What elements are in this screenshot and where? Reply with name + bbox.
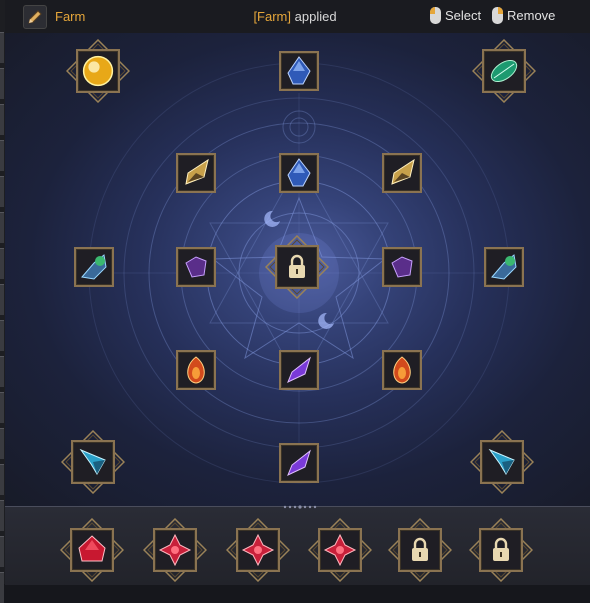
left-tab[interactable]: [0, 320, 4, 351]
gem-slot-fire-left[interactable]: [176, 350, 216, 390]
bottom-slot-red-star-1[interactable]: [153, 528, 197, 572]
gem-slot-violet-bottom[interactable]: [279, 443, 319, 483]
select-hint: Select: [430, 7, 481, 24]
left-tab[interactable]: [0, 176, 4, 207]
applied-tag: [Farm]: [253, 9, 291, 24]
remove-hint: Remove: [492, 7, 555, 24]
left-tab[interactable]: [0, 212, 4, 243]
left-mouse-icon: [430, 7, 441, 24]
left-tab[interactable]: [0, 356, 4, 387]
left-tab[interactable]: [0, 500, 4, 531]
left-tab[interactable]: [0, 428, 4, 459]
gem-slot-teal-right[interactable]: [484, 247, 524, 287]
left-tab[interactable]: [0, 140, 4, 171]
bottom-slot-ruby[interactable]: [70, 528, 114, 572]
bar-divider: [283, 505, 317, 509]
left-tab[interactable]: [0, 32, 4, 63]
bottom-slot-red-star-3[interactable]: [318, 528, 362, 572]
gem-slot-teal-left[interactable]: [74, 247, 114, 287]
bottom-slot-red-star-2[interactable]: [236, 528, 280, 572]
gem-slot-amber-right[interactable]: [382, 153, 422, 193]
bottom-slot-lock-1[interactable]: [398, 528, 442, 572]
right-mouse-icon: [492, 7, 503, 24]
left-tab[interactable]: [0, 104, 4, 135]
gem-slot-corner-gold[interactable]: [76, 49, 120, 93]
gem-slot-violet-center[interactable]: [279, 350, 319, 390]
gem-slot-amber-left[interactable]: [176, 153, 216, 193]
gem-slot-corner-green[interactable]: [482, 49, 526, 93]
left-tab[interactable]: [0, 464, 4, 495]
gem-slot-corner-cyan-left[interactable]: [71, 440, 115, 484]
left-tab[interactable]: [0, 392, 4, 423]
gem-slot-purple-left[interactable]: [176, 247, 216, 287]
remove-label: Remove: [507, 8, 556, 23]
select-label: Select: [445, 8, 482, 23]
left-tab[interactable]: [0, 68, 4, 99]
left-tab[interactable]: [0, 248, 4, 279]
applied-text: applied: [294, 9, 337, 24]
gem-slot-corner-cyan-right[interactable]: [480, 440, 524, 484]
gem-slot-blue-center[interactable]: [279, 153, 319, 193]
left-tab[interactable]: [0, 536, 4, 567]
gem-slot-fire-right[interactable]: [382, 350, 422, 390]
bottom-slot-lock-2[interactable]: [479, 528, 523, 572]
gem-slot-purple-right[interactable]: [382, 247, 422, 287]
gem-slot-top-blue[interactable]: [279, 51, 319, 91]
left-tab[interactable]: [0, 572, 4, 603]
left-tab[interactable]: [0, 284, 4, 315]
gem-slot-center-lock[interactable]: [275, 245, 319, 289]
